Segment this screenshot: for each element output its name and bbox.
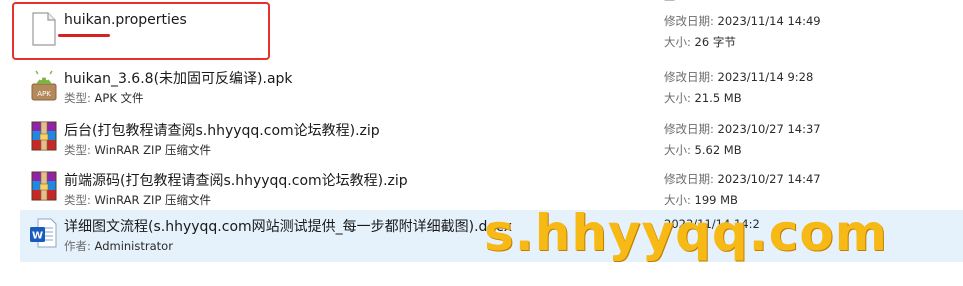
modified-date: 修改日期: 2023/10/27 14:47 — [664, 171, 821, 187]
modified-date-value: 2023/11/14 14:49 — [717, 14, 821, 28]
file-author: 作者: Administrator — [64, 238, 173, 254]
file-size: 大小: 26 字节 — [664, 34, 736, 50]
svg-text:W: W — [32, 231, 43, 242]
svg-text:APK: APK — [37, 90, 51, 98]
modified-date: 2023/11/14 14:2 — [664, 217, 760, 231]
file-size: 大小: 21.5 MB — [664, 90, 742, 106]
file-size-label: 大小: — [664, 193, 691, 207]
file-author-value: Administrator — [94, 239, 173, 253]
modified-date-label: 修改日期: — [664, 172, 714, 186]
file-type-value: WinRAR ZIP 压缩文件 — [94, 193, 212, 207]
modified-date-label: 修改日期: — [664, 70, 714, 84]
file-author-label: 作者: — [64, 239, 91, 253]
red-underline-mark — [58, 34, 110, 37]
modified-date-value: 2023/11/14 14:2 — [664, 217, 760, 231]
apk-android-icon: APK — [28, 68, 58, 102]
file-size-label: 大小: — [664, 35, 691, 49]
modified-date-value: 2023/10/27 14:47 — [717, 172, 821, 186]
modified-date: 修改日期: 2023/10/27 14:37 — [664, 121, 821, 137]
file-name[interactable]: 详细图文流程(s.hhyyqq.com网站测试提供_每一步都附详细截图).doc… — [64, 216, 512, 236]
file-size-value: 26 字节 — [694, 35, 736, 49]
file-type-value: WinRAR ZIP 压缩文件 — [94, 143, 212, 157]
file-type-label: 类型: — [64, 91, 91, 105]
file-type: 类型: WinRAR ZIP 压缩文件 — [64, 142, 211, 158]
modified-date-value: 2023/10/27 14:37 — [717, 122, 821, 136]
file-size-label: 大小: — [664, 143, 691, 157]
file-row-backend-zip[interactable]: 后台(打包教程请查阅s.hhyyqq.com论坛教程).zip 类型: WinR… — [20, 114, 963, 166]
file-size: 大小: 199 MB — [664, 192, 738, 208]
red-highlight-box — [12, 2, 270, 60]
file-name[interactable]: 后台(打包教程请查阅s.hhyyqq.com论坛教程).zip — [64, 120, 380, 140]
file-type-label: 类型: — [64, 193, 91, 207]
file-name[interactable]: huikan_3.6.8(未加固可反编译).apk — [64, 68, 293, 88]
file-size-label: 大小: — [664, 91, 691, 105]
word-document-icon: W — [28, 216, 58, 250]
file-size-value: 5.62 MB — [694, 143, 742, 157]
file-row-apk[interactable]: APK huikan_3.6.8(未加固可反编译).apk 类型: APK 文件… — [20, 62, 963, 114]
file-row-docx[interactable]: W 详细图文流程(s.hhyyqq.com网站测试提供_每一步都附详细截图).d… — [20, 210, 963, 262]
modified-date-value: 2023/11/14 9:28 — [717, 70, 814, 84]
file-type-label: 类型: — [64, 143, 91, 157]
file-type: 类型: WinRAR ZIP 压缩文件 — [64, 192, 211, 208]
file-size-value: 199 MB — [694, 193, 738, 207]
file-name[interactable]: 前端源码(打包教程请查阅s.hhyyqq.com论坛教程).zip — [64, 170, 408, 190]
modified-date: 修改日期: 2023/11/14 14:49 — [664, 13, 821, 29]
file-size-value: 21.5 MB — [694, 91, 742, 105]
modified-date-label: 修改日期: — [664, 14, 714, 28]
winrar-archive-icon — [28, 170, 58, 204]
file-row-frontend-zip[interactable]: 前端源码(打包教程请查阅s.hhyyqq.com论坛教程).zip 类型: Wi… — [20, 164, 963, 216]
file-size: 大小: 5.62 MB — [664, 142, 742, 158]
modified-date: 修改日期: 2023/11/14 9:28 — [664, 69, 813, 85]
file-type-value: APK 文件 — [94, 91, 144, 105]
winrar-archive-icon — [28, 120, 58, 154]
modified-date-label: 修改日期: — [664, 122, 714, 136]
file-type: 类型: APK 文件 — [64, 90, 144, 106]
